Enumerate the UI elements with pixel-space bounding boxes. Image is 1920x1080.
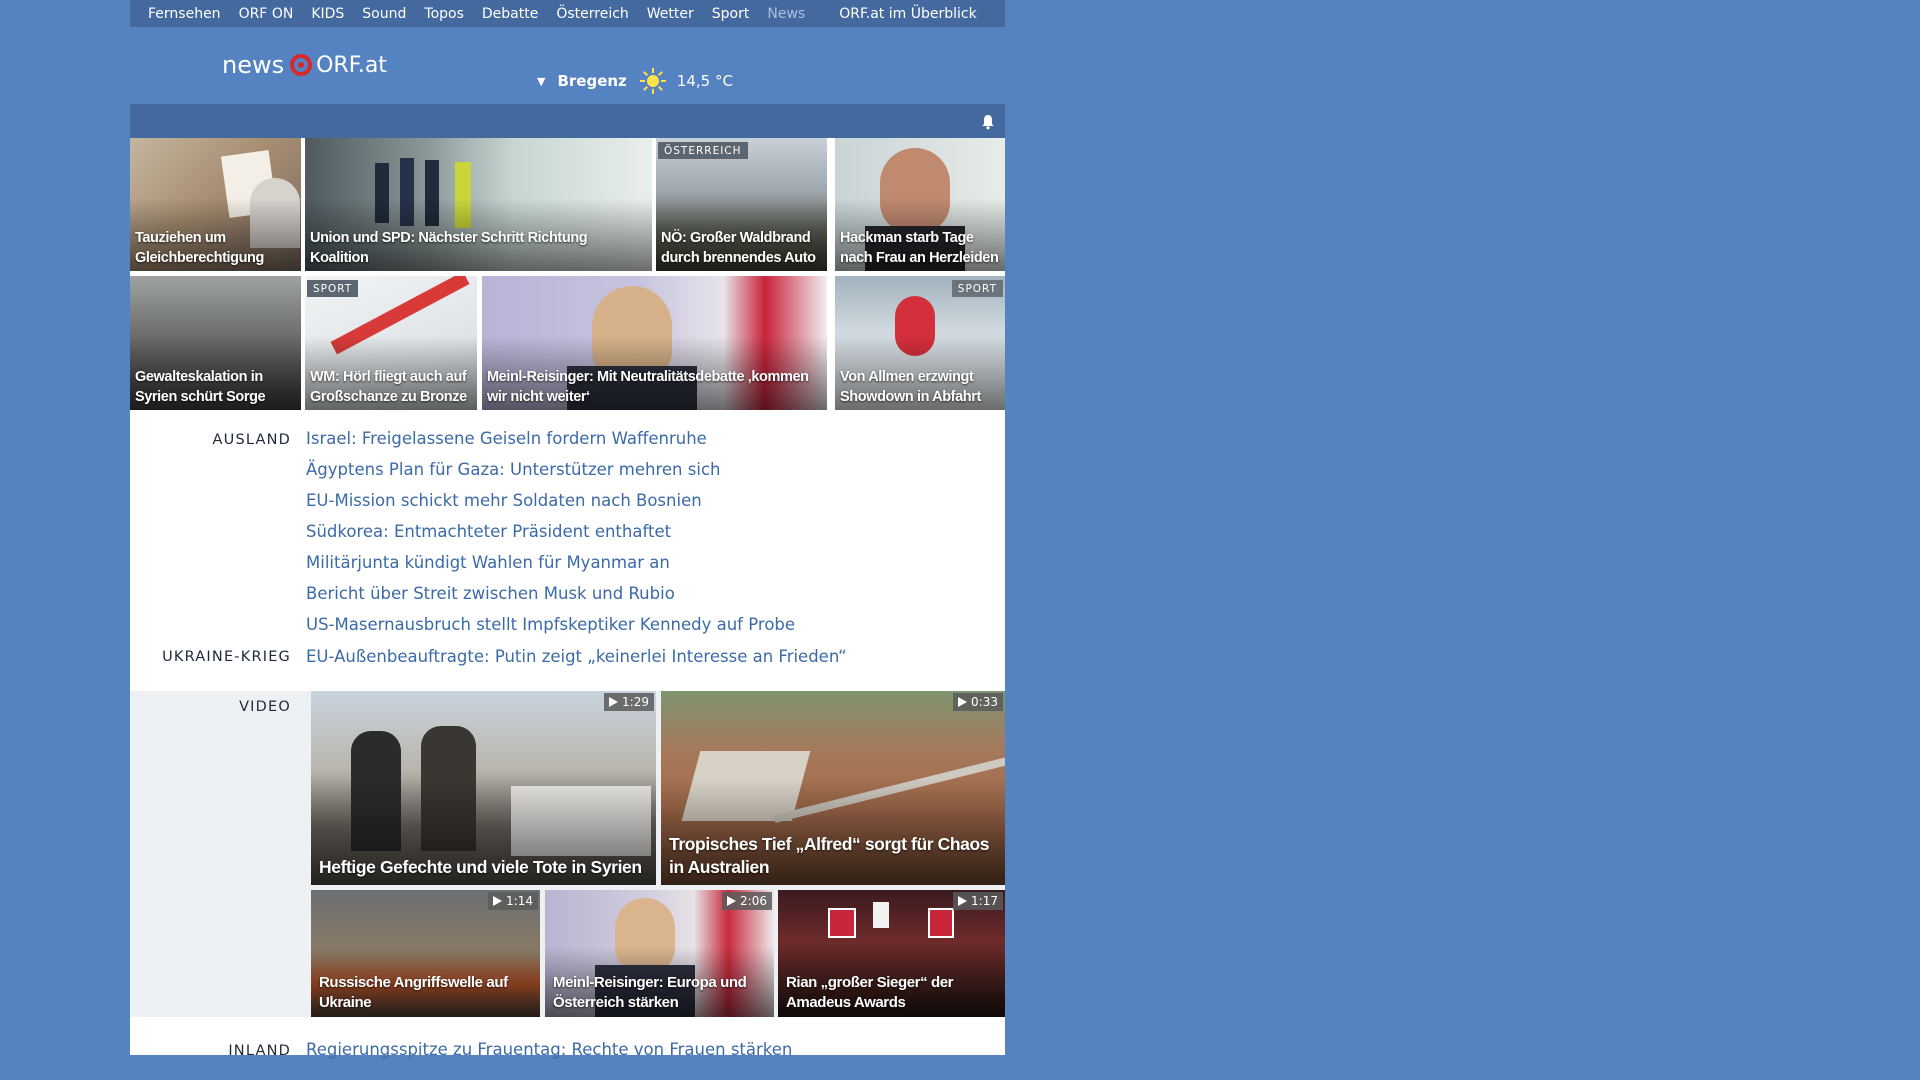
video-tile[interactable]: 2:06 Meinl-Reisinger: Europa und Österre… <box>545 890 774 1017</box>
nav-item-debatte[interactable]: Debatte <box>482 6 538 22</box>
video-duration: 0:33 <box>953 693 1003 711</box>
nav-item-sport[interactable]: Sport <box>712 6 750 22</box>
story-title: Von Allmen erzwingt Showdown in Abfahrt <box>840 369 981 405</box>
nav-item-sound[interactable]: Sound <box>362 6 406 22</box>
video-tile[interactable]: 0:33 Tropisches Tief „Alfred“ sorgt für … <box>661 691 1005 885</box>
duration-text: 0:33 <box>971 695 998 709</box>
duration-text: 2:06 <box>740 894 767 908</box>
play-icon <box>958 896 968 906</box>
news-link[interactable]: EU-Außenbeauftragte: Putin zeigt „keiner… <box>306 641 847 672</box>
video-tile[interactable]: 1:29 Heftige Gefechte und viele Tote in … <box>311 691 656 885</box>
news-link[interactable]: Militärjunta kündigt Wahlen für Myanmar … <box>306 547 795 578</box>
nav-overview-link[interactable]: ORF.at im Überblick <box>839 6 976 22</box>
video-title: Tropisches Tief „Alfred“ sorgt für Chaos… <box>669 834 990 877</box>
video-duration: 1:14 <box>488 892 538 910</box>
news-link[interactable]: Israel: Freigelassene Geiseln fordern Wa… <box>306 423 795 454</box>
section-label-ausland: AUSLAND <box>212 432 291 448</box>
top-stories-grid: Tauziehen um Gleichberechtigung Union un… <box>130 138 1005 410</box>
news-link[interactable]: Bericht über Streit zwischen Musk und Ru… <box>306 578 795 609</box>
play-icon <box>727 896 737 906</box>
site-header: news ORF.at ▼ Bregenz 14,5 °C <box>130 27 1005 104</box>
section-inland: INLAND Regierungsspitze zu Frauentag: Re… <box>130 1017 1005 1059</box>
news-link[interactable]: Ägyptens Plan für Gaza: Unterstützer meh… <box>306 454 795 485</box>
story-tile[interactable]: Tauziehen um Gleichberechtigung <box>130 138 301 271</box>
section-video: VIDEO 1:29 Heftige Gefechte und viele To… <box>130 691 1005 1017</box>
news-link[interactable]: EU-Mission schickt mehr Soldaten nach Bo… <box>306 485 795 516</box>
ausland-link-list: Israel: Freigelassene Geiseln fordern Wa… <box>306 423 795 640</box>
story-tile[interactable]: Gewalteskalation in Syrien schürt Sorge <box>130 276 301 410</box>
video-title: Heftige Gefechte und viele Tote in Syrie… <box>319 857 642 877</box>
logo-news-text: news <box>222 51 285 79</box>
section-label-inland: INLAND <box>228 1043 291 1059</box>
video-duration: 1:29 <box>604 693 654 711</box>
news-link[interactable]: Südkorea: Entmachteter Präsident enthaft… <box>306 516 795 547</box>
story-title: Meinl-Reisinger: Mit Neutralitätsdebatte… <box>487 369 809 405</box>
story-title: Tauziehen um Gleichberechtigung <box>135 230 264 266</box>
nav-item-kids[interactable]: KIDS <box>311 6 344 22</box>
video-duration: 1:17 <box>953 892 1003 910</box>
story-title: NÖ: Großer Waldbrand durch brennendes Au… <box>661 230 816 266</box>
video-title: Rian „großer Sieger“ der Amadeus Awards <box>786 974 954 1011</box>
section-ukraine: UKRAINE-KRIEG EU-Außenbeauftragte: Putin… <box>130 641 1005 691</box>
category-tag: ÖSTERREICH <box>658 142 748 159</box>
news-orf-logo[interactable]: news ORF.at <box>222 51 387 79</box>
category-tag: SPORT <box>307 280 359 297</box>
duration-text: 1:29 <box>622 695 649 709</box>
inland-link-list: Regierungsspitze zu Frauentag: Rechte vo… <box>306 1034 792 1065</box>
sun-icon <box>639 68 666 94</box>
logo-orf-text: ORF.at <box>316 52 387 78</box>
video-tile[interactable]: 1:14 Russische Angriffswelle auf Ukraine <box>311 890 540 1017</box>
story-title: Union und SPD: Nächster Schritt Richtung… <box>310 230 588 266</box>
story-title: Gewalteskalation in Syrien schürt Sorge <box>135 369 266 405</box>
story-tile[interactable]: ÖSTERREICH NÖ: Großer Waldbrand durch br… <box>656 138 827 271</box>
nav-item-topos[interactable]: Topos <box>424 6 463 22</box>
story-tile[interactable]: Hackman starb Tage nach Frau an Herzleid… <box>835 138 1005 271</box>
top-nav: Fernsehen ORF ON KIDS Sound Topos Debatt… <box>130 0 1005 27</box>
ukraine-link-list: EU-Außenbeauftragte: Putin zeigt „keiner… <box>306 641 847 672</box>
orf-ring-icon <box>290 54 313 76</box>
story-title: WM: Hörl fliegt auch auf Großschanze zu … <box>310 369 467 405</box>
page-container: Fernsehen ORF ON KIDS Sound Topos Debatt… <box>130 0 1005 1080</box>
nav-item-wetter[interactable]: Wetter <box>647 6 694 22</box>
duration-text: 1:17 <box>971 894 998 908</box>
play-icon <box>958 697 968 707</box>
news-link[interactable]: US-Masernausbruch stellt Impfskeptiker K… <box>306 609 795 640</box>
video-duration: 2:06 <box>722 892 772 910</box>
section-label-video: VIDEO <box>239 699 291 715</box>
nav-item-news[interactable]: News <box>767 6 805 22</box>
nav-item-fernsehen[interactable]: Fernsehen <box>148 6 221 22</box>
video-tile[interactable]: 1:17 Rian „großer Sieger“ der Amadeus Aw… <box>778 890 1005 1017</box>
weather-temperature: 14,5 °C <box>676 72 733 90</box>
story-tile[interactable]: SPORT WM: Hörl fliegt auch auf Großschan… <box>305 276 477 410</box>
news-link[interactable]: Regierungsspitze zu Frauentag: Rechte vo… <box>306 1034 792 1065</box>
weather-location: Bregenz <box>557 72 627 90</box>
section-ausland: AUSLAND Israel: Freigelassene Geiseln fo… <box>130 410 1005 641</box>
video-title: Russische Angriffswelle auf Ukraine <box>319 974 508 1011</box>
bell-icon[interactable] <box>981 114 995 130</box>
category-tag: SPORT <box>951 280 1003 297</box>
story-title: Hackman starb Tage nach Frau an Herzleid… <box>840 230 999 266</box>
story-tile[interactable]: Meinl-Reisinger: Mit Neutralitätsdebatte… <box>482 276 827 410</box>
video-title: Meinl-Reisinger: Europa und Österreich s… <box>553 974 747 1011</box>
nav-item-oesterreich[interactable]: Österreich <box>556 6 628 22</box>
weather-widget[interactable]: ▼ Bregenz 14,5 °C <box>537 67 733 95</box>
play-icon <box>609 697 619 707</box>
story-tile[interactable]: Union und SPD: Nächster Schritt Richtung… <box>305 138 652 271</box>
duration-text: 1:14 <box>506 894 533 908</box>
location-dropdown-icon[interactable]: ▼ <box>537 75 545 88</box>
section-label-ukraine: UKRAINE-KRIEG <box>162 649 291 665</box>
story-tile[interactable]: SPORT Von Allmen erzwingt Showdown in Ab… <box>835 276 1005 410</box>
notification-strip <box>130 104 1005 138</box>
play-icon <box>493 896 503 906</box>
nav-item-orf-on[interactable]: ORF ON <box>239 6 294 22</box>
